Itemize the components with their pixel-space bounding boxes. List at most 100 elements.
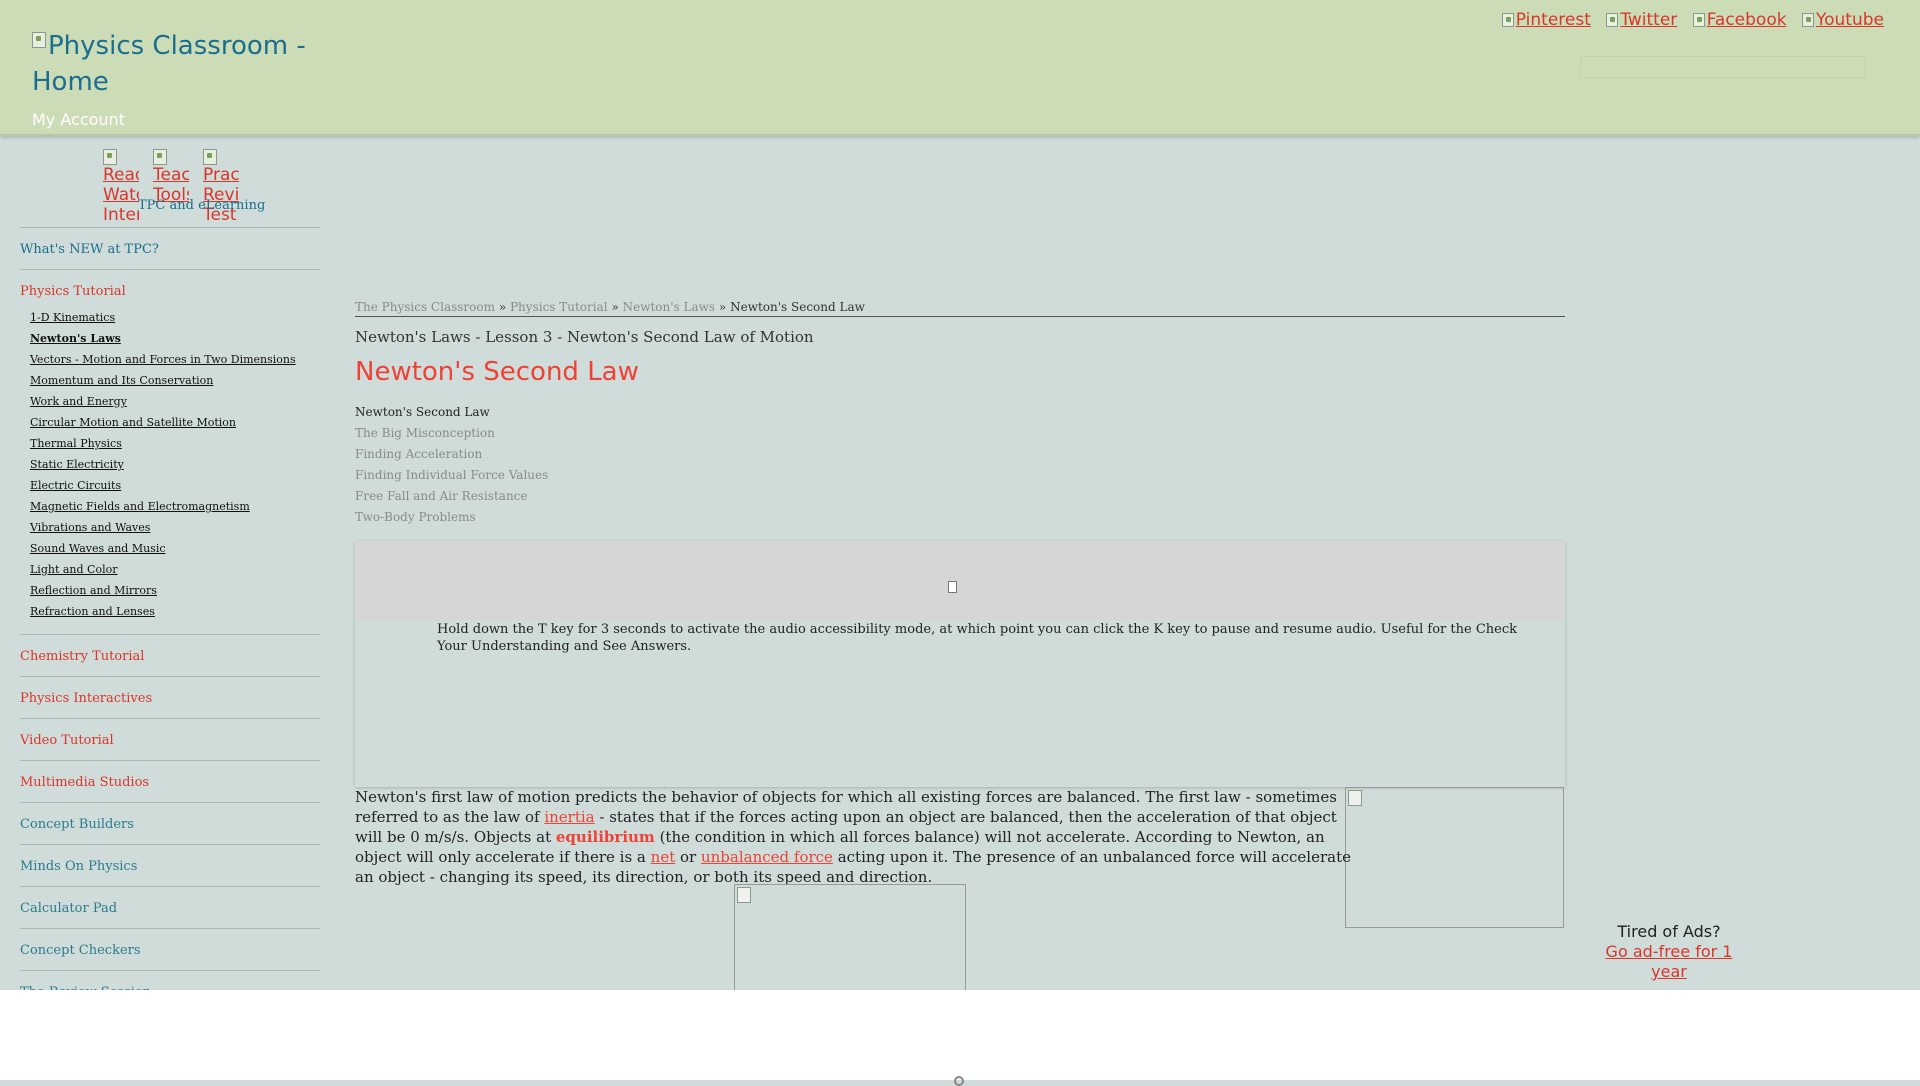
go-ad-free-link[interactable]: Go ad-free for 1 year — [1606, 942, 1733, 981]
site-header: Physics Classroom - Home My Account Pint… — [0, 0, 1920, 136]
breadcrumb: The Physics Classroom » Physics Tutorial… — [355, 300, 1565, 317]
topic-link-magnetism[interactable]: Magnetic Fields and Electromagnetism — [30, 500, 250, 513]
topic-link-sound[interactable]: Sound Waves and Music — [30, 542, 166, 555]
search-input[interactable] — [1580, 56, 1866, 78]
broken-image-icon — [737, 887, 751, 903]
left-sidebar: Read Watch Interact Teacher Tools Practi… — [20, 145, 320, 1012]
toc-item[interactable]: The Big Misconception — [355, 423, 548, 444]
topic-link-kinematics[interactable]: 1-D Kinematics — [30, 311, 115, 324]
read-watch-interact-link[interactable]: Read Watch Interact — [103, 145, 139, 221]
topic-link-work-energy[interactable]: Work and Energy — [30, 395, 127, 408]
side-figure-image — [1345, 787, 1564, 928]
list-item: Static Electricity — [20, 454, 320, 475]
unbalanced-force-link[interactable]: unbalanced force — [701, 848, 833, 866]
video-tutorial-link[interactable]: Video Tutorial — [20, 733, 320, 748]
toc-item[interactable]: Free Fall and Air Resistance — [355, 486, 548, 507]
physics-tutorial-link[interactable]: Physics Tutorial — [20, 284, 320, 299]
nav-section-concept-checkers: Concept Checkers — [20, 928, 320, 970]
breadcrumb-separator: » — [718, 300, 727, 314]
document-icon[interactable] — [948, 581, 957, 593]
topic-link-waves[interactable]: Vibrations and Waves — [30, 521, 150, 534]
concept-builders-link[interactable]: Concept Builders — [20, 817, 320, 832]
topic-link-light[interactable]: Light and Color — [30, 563, 117, 576]
broken-image-icon — [32, 32, 46, 48]
nav-section-chemistry: Chemistry Tutorial — [20, 634, 320, 676]
broken-image-icon — [203, 149, 217, 165]
nav-section-video: Video Tutorial — [20, 718, 320, 760]
physics-interactives-link[interactable]: Physics Interactives — [20, 691, 320, 706]
facebook-icon — [1692, 13, 1705, 27]
topic-link-newtons-laws[interactable]: Newton's Laws — [30, 332, 121, 345]
nav-section-minds-on-physics: Minds On Physics — [20, 844, 320, 886]
topic-link-static[interactable]: Static Electricity — [30, 458, 124, 471]
logo-alt-text: Physics Classroom - Home — [32, 31, 306, 97]
youtube-icon — [1802, 13, 1814, 27]
multimedia-studios-link[interactable]: Multimedia Studios — [20, 775, 320, 790]
topic-link-momentum[interactable]: Momentum and Its Conservation — [30, 374, 213, 387]
toc-item[interactable]: Finding Individual Force Values — [355, 465, 548, 486]
loading-spinner-icon — [954, 1076, 964, 1086]
topic-link-circular-motion[interactable]: Circular Motion and Satellite Motion — [30, 416, 236, 429]
net-force-link[interactable]: net — [651, 848, 676, 866]
twitter-label: Twitter — [1620, 10, 1678, 30]
list-item: Sound Waves and Music — [20, 538, 320, 559]
topic-link-vectors[interactable]: Vectors - Motion and Forces in Two Dimen… — [30, 353, 296, 366]
minds-on-physics-link[interactable]: Minds On Physics — [20, 859, 320, 874]
calculator-pad-link[interactable]: Calculator Pad — [20, 901, 320, 916]
social-links: Pinterest Twitter Facebook Youtube — [1492, 10, 1884, 30]
list-item: Thermal Physics — [20, 433, 320, 454]
page-title: Newton's Second Law — [355, 357, 639, 387]
nav-section-calculator-pad: Calculator Pad — [20, 886, 320, 928]
list-item: 1-D Kinematics — [20, 307, 320, 328]
center-figure-image — [734, 884, 966, 994]
list-item: Newton's Laws — [20, 328, 320, 349]
lesson-paragraph: Newton's first law of motion predicts th… — [355, 787, 1355, 887]
twitter-link[interactable]: Twitter — [1606, 10, 1677, 30]
topic-link-refraction[interactable]: Refraction and Lenses — [30, 605, 155, 618]
list-item: Refraction and Lenses — [20, 601, 320, 622]
breadcrumb-link-newtons-laws[interactable]: Newton's Laws — [623, 300, 715, 314]
paragraph-text: or — [675, 848, 701, 866]
audio-accessibility-panel: Hold down the T key for 3 seconds to act… — [355, 541, 1565, 787]
nav-section-interactives: Physics Interactives — [20, 676, 320, 718]
facebook-label: Facebook — [1706, 10, 1787, 30]
facebook-link[interactable]: Facebook — [1692, 10, 1787, 30]
list-item: Vectors - Motion and Forces in Two Dimen… — [20, 349, 320, 370]
nav-section-multimedia: Multimedia Studios — [20, 760, 320, 802]
pinterest-icon — [1501, 13, 1514, 27]
my-account-link[interactable]: My Account — [32, 110, 125, 129]
ad-free-question: Tired of Ads? — [1617, 922, 1721, 941]
tpc-elearning-link[interactable]: TPC and eLearning — [138, 198, 265, 213]
logo-link[interactable]: Physics Classroom - Home — [32, 28, 332, 100]
whats-new-link[interactable]: What's NEW at TPC? — [20, 242, 320, 257]
lesson-toc: Newton's Second Law The Big Misconceptio… — [355, 402, 548, 528]
topic-link-reflection[interactable]: Reflection and Mirrors — [30, 584, 157, 597]
list-item: Magnetic Fields and Electromagnetism — [20, 496, 320, 517]
pinterest-label: Pinterest — [1515, 10, 1591, 30]
topic-link-circuits[interactable]: Electric Circuits — [30, 479, 121, 492]
list-item: Vibrations and Waves — [20, 517, 320, 538]
lesson-label: Newton's Laws - Lesson 3 - Newton's Seco… — [355, 328, 814, 346]
topic-link-thermal[interactable]: Thermal Physics — [30, 437, 122, 450]
breadcrumb-link-tutorial[interactable]: Physics Tutorial — [510, 300, 608, 314]
toc-item[interactable]: Finding Acceleration — [355, 444, 548, 465]
breadcrumb-link-home[interactable]: The Physics Classroom — [355, 300, 495, 314]
breadcrumb-separator: » — [498, 300, 507, 314]
concept-checkers-link[interactable]: Concept Checkers — [20, 943, 320, 958]
tutorial-topic-list: 1-D Kinematics Newton's Laws Vectors - M… — [20, 307, 320, 622]
equilibrium-term: equilibrium — [555, 828, 655, 846]
toc-item[interactable]: Two-Body Problems — [355, 507, 548, 528]
toc-item-current: Newton's Second Law — [355, 405, 490, 419]
list-item: Electric Circuits — [20, 475, 320, 496]
quick-icon-label: Read Watch Interact — [103, 165, 139, 221]
twitter-icon — [1606, 13, 1619, 27]
ad-free-promo: Tired of Ads? Go ad-free for 1 year — [1590, 922, 1748, 982]
chemistry-tutorial-link[interactable]: Chemistry Tutorial — [20, 649, 320, 664]
inertia-link[interactable]: inertia — [544, 808, 594, 826]
pinterest-link[interactable]: Pinterest — [1501, 10, 1591, 30]
nav-section-physics-tutorial: Physics Tutorial 1-D Kinematics Newton's… — [20, 269, 320, 634]
broken-image-icon — [103, 149, 117, 165]
audio-accessibility-hint: Hold down the T key for 3 seconds to act… — [437, 622, 1517, 654]
list-item: Light and Color — [20, 559, 320, 580]
youtube-link[interactable]: Youtube — [1802, 10, 1884, 30]
